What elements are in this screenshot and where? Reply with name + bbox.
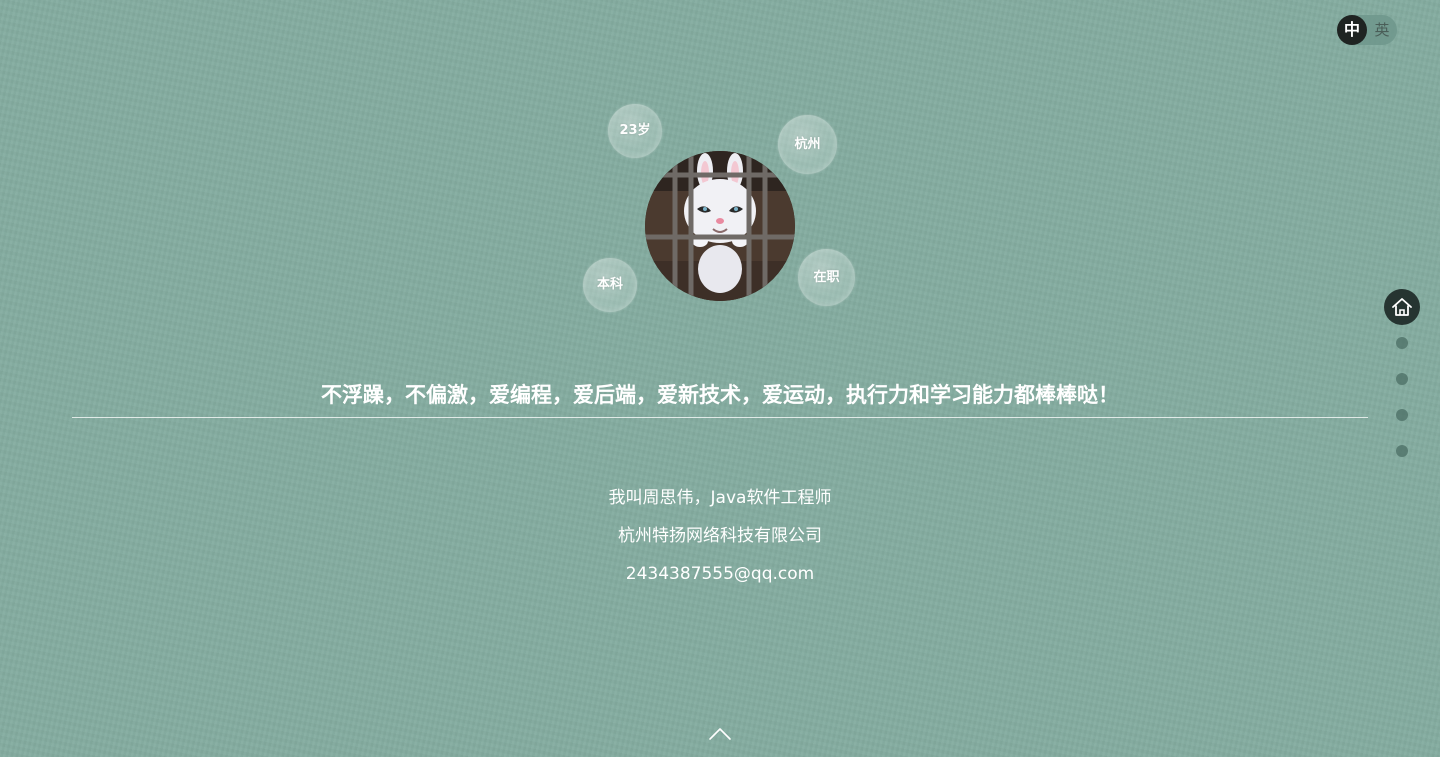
chevron-up-icon <box>709 728 731 740</box>
education-tag: 本科 <box>583 258 637 312</box>
language-english-button[interactable]: 英 <box>1367 15 1397 45</box>
side-nav-dot-5[interactable] <box>1396 445 1408 457</box>
age-tag: 23岁 <box>608 104 662 158</box>
language-chinese-button[interactable]: 中 <box>1337 15 1367 45</box>
home-icon <box>1392 298 1412 316</box>
company-text: 杭州特扬网络科技有限公司 <box>618 526 822 546</box>
city-tag: 杭州 <box>778 115 837 174</box>
scroll-up-button[interactable] <box>708 725 732 741</box>
avatar <box>645 151 795 301</box>
language-toggle[interactable]: 中 英 <box>1337 15 1397 45</box>
side-nav-dot-2[interactable] <box>1396 337 1408 349</box>
rabbit-avatar-icon <box>645 151 795 301</box>
employment-status-tag: 在职 <box>798 249 855 306</box>
motto-text: 不浮躁，不偏激，爱编程，爱后端，爱新技术，爱运动，执行力和学习能力都棒棒哒！ <box>321 383 1119 407</box>
divider <box>72 417 1368 418</box>
intro-text: 我叫周思伟，Java软件工程师 <box>608 488 832 508</box>
email-text: 2434387555@qq.com <box>625 564 815 584</box>
side-nav-dot-3[interactable] <box>1396 373 1408 385</box>
side-nav-dot-4[interactable] <box>1396 409 1408 421</box>
side-nav-home-button[interactable] <box>1384 289 1420 325</box>
